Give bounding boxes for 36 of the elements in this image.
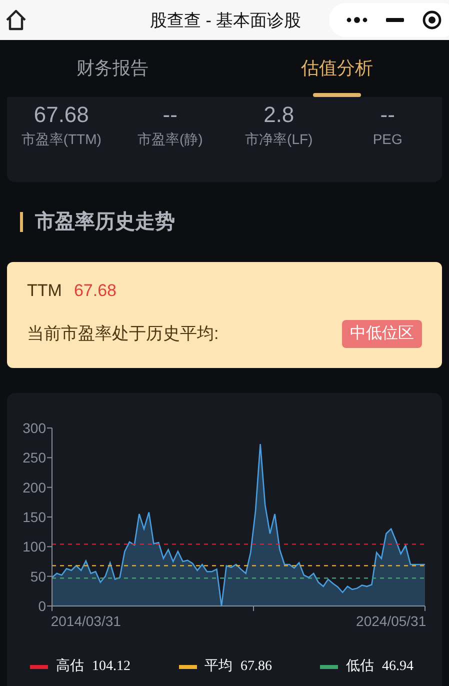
- metric-label: PEG: [372, 130, 402, 149]
- metric-value: 2.8: [264, 101, 294, 129]
- axis-tick-label: 200: [22, 479, 46, 496]
- window-title: 股查查 - 基本面诊股: [150, 10, 302, 32]
- legend-value: 46.94: [382, 659, 414, 675]
- legend-label: 低估: [346, 659, 374, 675]
- metric-value: --: [380, 101, 395, 129]
- tab[interactable]: 财务报告: [0, 40, 224, 97]
- home-icon[interactable]: [4, 8, 28, 32]
- more-icon[interactable]: [346, 16, 368, 24]
- metric-value: 67.68: [34, 101, 89, 129]
- axis-tick-label: 2014/03/31: [50, 613, 121, 629]
- tab-indicator: [312, 93, 361, 97]
- axis-tick-label: 150: [22, 509, 46, 525]
- section-title: 市盈率历史走势: [35, 210, 175, 235]
- section-marker: [20, 212, 23, 232]
- metric-label: 市盈率(静): [137, 130, 203, 149]
- axis-tick-label: 250: [22, 450, 46, 466]
- legend-value: 67.86: [240, 659, 272, 675]
- metric-label: 市净率(LF): [245, 130, 313, 149]
- axis-tick-label: 0: [38, 598, 46, 614]
- axis-tick-label: 100: [22, 538, 46, 555]
- legend-label: 平均: [204, 659, 232, 675]
- legend-label: 高估: [56, 659, 84, 675]
- ttm-label: TTM: [27, 280, 62, 302]
- ttm-value: 67.68: [74, 280, 116, 302]
- axis-tick-label: 2024/05/31: [356, 613, 426, 629]
- metric-label: 市盈率(TTM): [21, 130, 102, 149]
- tab[interactable]: 估值分析: [224, 40, 449, 97]
- axis-tick-label: 300: [22, 420, 46, 436]
- axis-tick-label: 50: [30, 568, 46, 584]
- level-badge: 中低位区: [342, 320, 422, 348]
- target-icon[interactable]: [422, 10, 442, 30]
- summary-text: 当前市盈率处于历史平均:: [27, 322, 219, 345]
- metric-value: --: [162, 101, 178, 129]
- legend-value: 104.12: [92, 659, 130, 675]
